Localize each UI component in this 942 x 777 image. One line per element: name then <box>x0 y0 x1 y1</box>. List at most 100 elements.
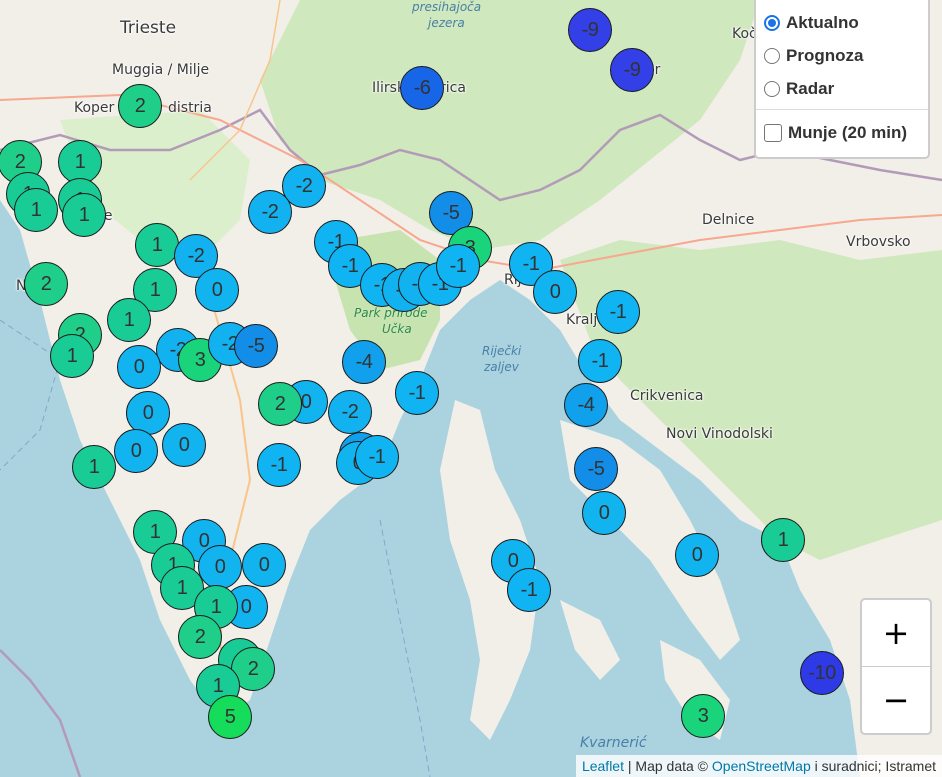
station-marker[interactable]: 0 <box>533 270 577 314</box>
station-temperature: 0 <box>178 433 190 456</box>
station-temperature: 1 <box>777 528 789 551</box>
island <box>560 600 620 680</box>
station-marker[interactable]: -6 <box>400 66 444 110</box>
station-marker[interactable]: 1 <box>62 193 106 237</box>
leaflet-link[interactable]: Leaflet <box>582 758 624 774</box>
sea-boundary <box>379 519 431 777</box>
station-temperature: -1 <box>449 254 467 277</box>
station-marker[interactable]: -4 <box>564 383 608 427</box>
station-temperature: 0 <box>258 553 270 576</box>
station-temperature: 2 <box>134 94 146 117</box>
station-temperature: 2 <box>247 657 259 680</box>
layer-option-aktualno[interactable]: Aktualno <box>764 6 920 39</box>
station-temperature: 1 <box>149 278 161 301</box>
station-marker[interactable]: 2 <box>178 615 222 659</box>
station-marker[interactable]: 0 <box>675 533 719 577</box>
station-temperature: 0 <box>214 555 226 578</box>
station-temperature: -2 <box>187 244 205 267</box>
station-temperature: 3 <box>697 704 709 727</box>
station-marker[interactable]: -1 <box>596 290 640 334</box>
station-temperature: 0 <box>240 595 252 618</box>
layer-option-radar[interactable]: Radar <box>764 72 920 105</box>
station-marker[interactable]: -2 <box>248 190 292 234</box>
station-marker[interactable]: 2 <box>258 382 302 426</box>
station-temperature: -1 <box>270 453 288 476</box>
station-temperature: 0 <box>691 543 703 566</box>
station-marker[interactable]: -4 <box>342 340 386 384</box>
station-temperature: -4 <box>355 350 373 373</box>
osm-link[interactable]: OpenStreetMap <box>712 758 811 774</box>
zoom-in-button[interactable]: + <box>862 600 930 666</box>
place-label-muggia: Muggia / Milje <box>112 62 210 78</box>
station-marker[interactable]: 1 <box>50 334 94 378</box>
place-label-jezera: jezera <box>428 16 465 30</box>
overlay-label: Munje (20 min) <box>788 122 908 142</box>
station-marker[interactable]: -1 <box>395 371 439 415</box>
station-temperature: 2 <box>274 392 286 415</box>
station-temperature: 1 <box>66 344 78 367</box>
station-temperature: -1 <box>522 252 540 275</box>
station-marker[interactable]: 5 <box>208 695 252 739</box>
station-marker[interactable]: -10 <box>800 651 844 695</box>
station-marker[interactable]: -1 <box>257 443 301 487</box>
station-marker[interactable]: 0 <box>582 491 626 535</box>
station-temperature: 0 <box>211 278 223 301</box>
station-temperature: 1 <box>78 203 90 226</box>
station-temperature: 1 <box>210 595 222 618</box>
station-marker[interactable]: -2 <box>328 390 372 434</box>
country-border <box>0 649 82 777</box>
zoom-out-button[interactable]: − <box>862 666 930 733</box>
radio-radar[interactable] <box>764 80 780 97</box>
station-marker[interactable]: 1 <box>14 188 58 232</box>
station-temperature: 1 <box>123 308 135 331</box>
station-temperature: 1 <box>176 576 188 599</box>
station-temperature: 1 <box>212 674 224 697</box>
station-marker[interactable]: -5 <box>234 324 278 368</box>
attribution: Leaflet | Map data © OpenStreetMap i sur… <box>575 755 942 777</box>
station-marker[interactable]: 0 <box>195 268 239 312</box>
station-temperature: -1 <box>408 381 426 404</box>
station-temperature: 0 <box>507 549 519 572</box>
station-marker[interactable]: 1 <box>135 223 179 267</box>
place-label-trieste: Trieste <box>120 18 177 38</box>
place-label-vrbovsko: Vrbovsko <box>846 234 911 250</box>
station-temperature: -5 <box>247 334 265 357</box>
radio-aktualno[interactable] <box>764 14 780 31</box>
station-marker[interactable]: 0 <box>198 545 242 589</box>
station-marker[interactable]: -9 <box>610 48 654 92</box>
radio-prognoza[interactable] <box>764 47 780 64</box>
station-marker[interactable]: 3 <box>681 694 725 738</box>
station-marker[interactable]: -5 <box>574 447 618 491</box>
station-marker[interactable]: 2 <box>24 262 68 306</box>
station-temperature: 0 <box>598 501 610 524</box>
station-marker[interactable]: -1 <box>355 435 399 479</box>
station-temperature: 1 <box>74 150 86 173</box>
station-temperature: -9 <box>581 18 599 41</box>
station-temperature: 2 <box>194 625 206 648</box>
layer-label: Radar <box>786 78 835 98</box>
station-marker[interactable]: -9 <box>568 8 612 52</box>
place-label-novi-vinodolski: Novi Vinodolski <box>666 426 773 442</box>
place-label-crikvenica: Crikvenica <box>630 388 704 404</box>
station-marker[interactable]: 1 <box>761 518 805 562</box>
station-marker[interactable]: 0 <box>114 429 158 473</box>
weather-map[interactable]: Trieste Muggia / Milje Koper distria pre… <box>0 0 942 777</box>
station-marker[interactable]: 1 <box>72 445 116 489</box>
station-marker[interactable]: 1 <box>107 298 151 342</box>
station-marker[interactable]: 2 <box>118 84 162 128</box>
layer-option-prognoza[interactable]: Prognoza <box>764 39 920 72</box>
station-marker[interactable]: 0 <box>117 345 161 389</box>
station-temperature: -1 <box>341 254 359 277</box>
station-marker[interactable]: -1 <box>436 244 480 288</box>
station-marker[interactable]: 0 <box>242 543 286 587</box>
station-marker[interactable]: 0 <box>162 423 206 467</box>
station-temperature: -4 <box>577 393 595 416</box>
station-marker[interactable]: -1 <box>507 568 551 612</box>
station-temperature: -9 <box>623 58 641 81</box>
station-marker[interactable]: -1 <box>578 339 622 383</box>
attribution-separator: | Map data © <box>624 758 712 774</box>
overlay-option-munje[interactable]: Munje (20 min) <box>764 116 920 149</box>
station-temperature: 2 <box>40 272 52 295</box>
checkbox-munje[interactable] <box>764 123 782 142</box>
station-temperature: 0 <box>133 355 145 378</box>
